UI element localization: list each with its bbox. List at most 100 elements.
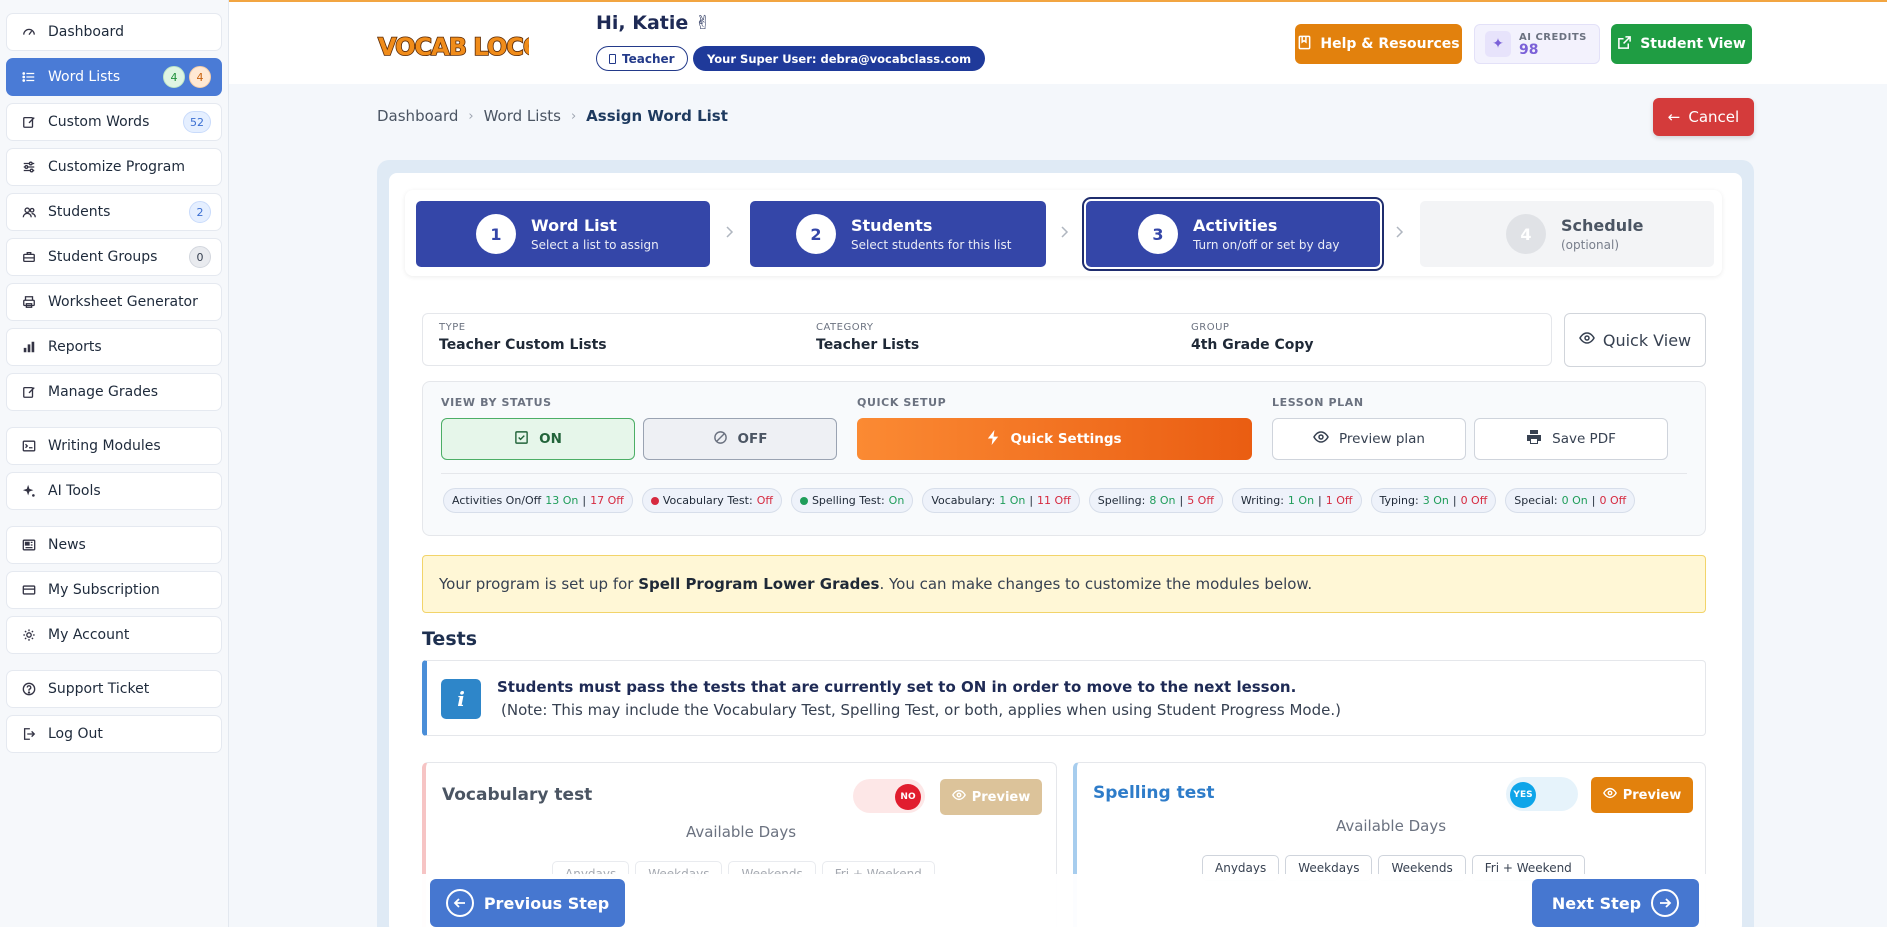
cancel-button[interactable]: ← Cancel [1653,98,1754,136]
status-on-button[interactable]: ON [441,418,635,460]
vocabulary-test-preview-button[interactable]: Preview [940,779,1042,815]
chevron-right-icon [1057,225,1071,239]
vocabulary-test-title: Vocabulary test [442,785,593,805]
view-by-status-label: VIEW BY STATUS [441,396,552,409]
sidebar-item-my-subscription[interactable]: My Subscription [6,571,222,609]
spelling-test-preview-button[interactable]: Preview [1591,777,1693,813]
chip-writing: Writing: 1 On | 1 Off [1231,488,1362,513]
sidebar-item-custom-words[interactable]: Custom Words 52 [6,103,222,141]
terminal-icon [21,438,37,454]
sidebar: Dashboard Word Lists 4 4 Custom Words 52… [0,0,229,927]
check-square-icon [514,430,529,449]
sidebar-item-label: Dashboard [48,24,124,40]
external-link-icon [1617,35,1632,54]
credit-card-icon [21,582,37,598]
chip-status: Off [756,494,773,507]
custom-words-badge: 52 [183,111,211,133]
save-pdf-button[interactable]: Save PDF [1474,418,1668,460]
chip-off-count: 1 Off [1325,494,1353,507]
sidebar-item-writing-modules[interactable]: Writing Modules [6,427,222,465]
edit-icon [21,114,37,130]
breadcrumb-dashboard[interactable]: Dashboard [377,107,458,125]
chip-name: Vocabulary Test: [662,494,753,507]
sidebar-item-support-ticket[interactable]: Support Ticket [6,670,222,708]
sidebar-item-student-groups[interactable]: Student Groups 0 [6,238,222,276]
step-word-list[interactable]: 1 Word List Select a list to assign [416,201,710,267]
sidebar-item-ai-tools[interactable]: AI Tools [6,472,222,510]
step-students[interactable]: 2 Students Select students for this list [750,201,1046,267]
list-icon [21,69,37,85]
next-step-button[interactable]: Next Step [1532,879,1699,927]
gear-icon [21,627,37,643]
group-label: GROUP [1191,322,1230,333]
sidebar-item-students[interactable]: Students 2 [6,193,222,231]
step-schedule[interactable]: 4 Schedule (optional) [1420,201,1714,267]
sidebar-item-manage-grades[interactable]: Manage Grades [6,373,222,411]
chip-on-count: 0 On [1561,494,1588,507]
toggle-knob: NO [895,784,921,810]
sidebar-item-log-out[interactable]: Log Out [6,715,222,753]
sidebar-item-dashboard[interactable]: Dashboard [6,13,222,51]
question-icon [21,681,37,697]
sidebar-item-reports[interactable]: Reports [6,328,222,366]
step-title: Students [851,216,933,235]
sidebar-item-label: Customize Program [48,159,186,175]
chevron-right-icon [722,225,736,239]
help-resources-label: Help & Resources [1320,36,1460,52]
id-badge-icon [609,53,616,64]
lesson-plan-label: LESSON PLAN [1272,396,1364,409]
previous-step-label: Previous Step [483,893,610,913]
next-step-label: Next Step [1551,893,1642,913]
role-badge: Teacher [596,46,688,71]
sidebar-item-customize-program[interactable]: Customize Program [6,148,222,186]
sparkle-icon [21,483,37,499]
edit-icon [21,384,37,400]
tests-info-alert: i Students must pass the tests that are … [422,660,1706,736]
dashboard-icon [21,24,37,40]
notice-program: Spell Program Lower Grades [638,575,880,593]
arrow-left-circle-icon [445,889,474,917]
role-label: Teacher [622,51,675,66]
student-view-button[interactable]: Student View [1611,24,1752,64]
step-number: 1 [476,214,516,254]
vocab-loco-logo[interactable]: VOCAB LOCO [377,26,529,62]
chip-name: Typing: [1379,494,1419,507]
chip-name: Writing: [1240,494,1284,507]
preview-plan-label: Preview plan [1339,431,1425,447]
available-days-label: Available Days [1335,817,1447,835]
ai-credits-widget[interactable]: ✦ AI CREDITS 98 [1474,24,1600,64]
chip-spelling: Spelling: 8 On | 5 Off [1088,488,1223,513]
chip-special: Special: 0 On | 0 Off [1505,488,1636,513]
chip-off-count: 0 Off [1599,494,1627,507]
sidebar-item-word-lists[interactable]: Word Lists 4 4 [6,58,222,96]
status-off-button[interactable]: OFF [643,418,837,460]
vocabulary-test-toggle[interactable]: NO [853,779,925,813]
sidebar-item-news[interactable]: News [6,526,222,564]
preview-plan-button[interactable]: Preview plan [1272,418,1466,460]
group-value: 4th Grade Copy [1191,337,1314,353]
sidebar-item-worksheet-generator[interactable]: Worksheet Generator [6,283,222,321]
chip-name: Activities On/Off [452,494,542,507]
sidebar-item-label: Manage Grades [48,384,159,400]
sidebar-item-my-account[interactable]: My Account [6,616,222,654]
status-on-label: ON [539,431,562,447]
chip-on-count: 13 On [545,494,579,507]
newspaper-icon [21,537,37,553]
quick-setup-label: QUICK SETUP [857,396,947,409]
available-days-label: Available Days [685,823,797,841]
sidebar-item-label: Worksheet Generator [48,294,198,310]
spelling-test-toggle[interactable]: YES [1506,777,1578,811]
breadcrumb-word-lists[interactable]: Word Lists [484,107,561,125]
chip-typing: Typing: 3 On | 0 Off [1370,488,1497,513]
program-notice: Your program is set up for Spell Program… [422,555,1706,613]
help-resources-button[interactable]: Help & Resources [1295,24,1462,64]
sparkle-icon: ✦ [1485,31,1511,57]
chip-off-count: 0 Off [1460,494,1488,507]
printer-icon [1526,429,1542,449]
step-activities[interactable]: 3 Activities Turn on/off or set by day [1082,197,1384,271]
chip-name: Special: [1514,494,1558,507]
previous-step-button[interactable]: Previous Step [430,879,625,927]
quick-view-button[interactable]: Quick View [1564,313,1706,367]
quick-settings-button[interactable]: Quick Settings [857,418,1252,460]
student-view-label: Student View [1640,36,1746,52]
